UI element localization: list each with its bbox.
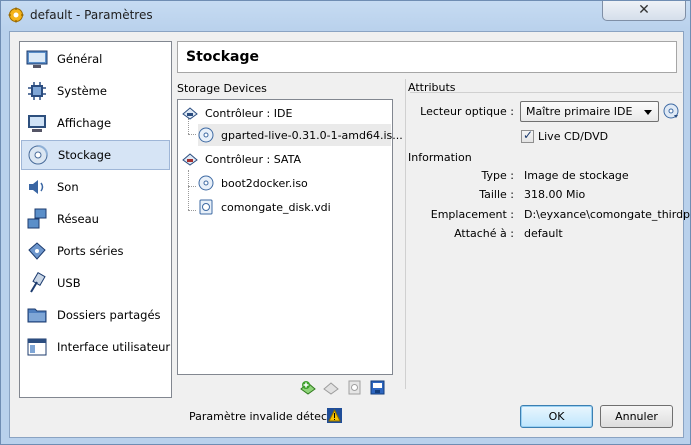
page-title-box: Stockage [177,41,677,73]
sidebar-item-audio[interactable]: Son [21,172,170,202]
sidebar-item-general[interactable]: Général [21,44,170,74]
info-attached-label: Attaché à : [454,227,514,240]
info-attached-value: default [524,227,563,240]
attributes-divider [410,92,682,93]
sidebar-item-label: Stockage [58,148,112,162]
disk-icon [28,145,48,165]
warning-icon[interactable] [326,407,343,424]
optical-disc-icon [198,127,214,143]
tree-connector [188,210,196,211]
sidebar-item-storage[interactable]: Stockage [21,140,170,170]
close-button[interactable]: ✕ [602,1,686,21]
optical-drive-label: Lecteur optique : [420,105,514,118]
storage-devices-label: Storage Devices [177,82,267,95]
controller-label: Contrôleur : IDE [205,106,293,120]
ok-button[interactable]: OK [520,405,593,428]
optical-disc-icon [198,175,214,191]
page-title: Stockage [186,49,259,65]
live-cd-label: Live CD/DVD [538,130,609,143]
dialog-client: Général Système Affichage Stockage Son R… [9,31,691,438]
info-location-label: Emplacement : [430,208,514,221]
storage-toolbar [300,379,386,396]
sidebar-item-user-interface[interactable]: Interface utilisateur [21,332,170,362]
remove-attachment-icon[interactable] [369,379,386,396]
tree-connector [188,170,189,210]
sidebar-item-label: Général [57,52,103,66]
sidebar-item-system[interactable]: Système [21,76,170,106]
device-label: comongate_disk.vdi [221,200,331,214]
info-size-label: Taille : [479,188,514,201]
chip-icon [28,82,46,100]
remove-controller-icon[interactable] [323,379,340,396]
sidebar-item-label: USB [57,276,81,290]
info-size-value: 318.00 Mio [524,188,586,201]
speaker-icon [29,180,44,194]
tree-connector [188,186,196,187]
sidebar-item-label: Interface utilisateur [57,340,171,354]
close-icon: ✕ [638,2,650,18]
tree-item-boot2docker[interactable]: boot2docker.iso [198,172,388,194]
device-label: boot2docker.iso [221,176,308,190]
controller-ide[interactable]: Contrôleur : IDE [182,102,388,124]
controller-sata[interactable]: Contrôleur : SATA [182,148,388,170]
virtualbox-gear-icon [8,7,24,23]
network-icon [27,208,47,229]
ide-controller-icon [182,107,198,120]
vertical-divider [405,79,406,389]
serial-port-icon [28,242,46,260]
settings-window: default - Paramètres ✕ Général Système A… [0,0,691,445]
live-cd-checkbox[interactable] [521,128,534,143]
sidebar-item-label: Système [57,84,107,98]
ui-window-icon [27,338,47,356]
settings-sidebar: Général Système Affichage Stockage Son R… [19,41,172,398]
add-attachment-icon[interactable] [346,379,363,396]
add-controller-icon[interactable] [300,379,317,396]
sidebar-item-shared-folders[interactable]: Dossiers partagés [21,300,170,330]
info-type-label: Type : [481,169,514,182]
device-label: gparted-live-0.31.0-1-amd64.is... [221,128,403,142]
sidebar-item-usb[interactable]: USB [21,268,170,298]
title-bar[interactable]: default - Paramètres ✕ [1,1,690,31]
storage-tree[interactable]: Contrôleur : IDE gparted-live-0.31.0-1-a… [177,99,403,375]
folder-icon [27,308,47,323]
sidebar-item-label: Dossiers partagés [57,308,161,322]
window-title: default - Paramètres [30,8,153,22]
monitor-icon [26,50,48,68]
cancel-button[interactable]: Annuler [600,405,673,428]
tree-connector [188,134,196,135]
choose-disk-icon[interactable] [663,103,679,119]
sidebar-item-display[interactable]: Affichage [21,108,170,138]
sidebar-item-serial-ports[interactable]: Ports séries [21,236,170,266]
hard-disk-icon [199,199,213,215]
usb-icon [30,272,46,293]
sidebar-item-network[interactable]: Réseau [21,204,170,234]
invalid-setting-warning: Paramètre invalide détecté [189,410,339,423]
controller-label: Contrôleur : SATA [205,152,301,166]
sidebar-item-label: Ports séries [57,244,124,258]
optical-drive-value: Maître primaire IDE [526,105,633,118]
info-type-value: Image de stockage [524,169,629,182]
sidebar-item-label: Son [57,180,79,194]
optical-drive-select[interactable]: Maître primaire IDE [520,101,659,122]
sata-controller-icon [182,153,198,166]
tree-item-gparted[interactable]: gparted-live-0.31.0-1-amd64.is... [198,124,403,146]
sidebar-item-label: Affichage [57,116,112,130]
sidebar-item-label: Réseau [57,212,99,226]
chevron-down-icon [644,110,652,115]
info-location-value: D:\eyxance\comongate_thirdp... [524,208,691,221]
information-label: Information [408,151,472,164]
tree-item-comongate-disk[interactable]: comongate_disk.vdi [198,196,388,218]
display-icon [28,115,46,132]
